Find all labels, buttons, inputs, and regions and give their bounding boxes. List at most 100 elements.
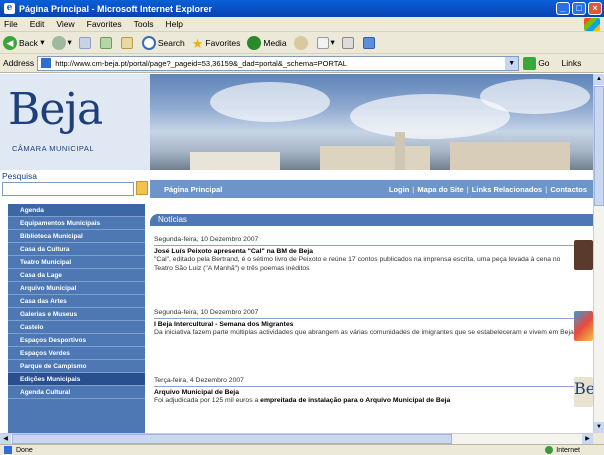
menu-favorites[interactable]: Favorites xyxy=(87,19,122,29)
menu-help[interactable]: Help xyxy=(165,19,182,29)
sidebar-item-castelo[interactable]: Castelo xyxy=(8,321,145,334)
news-body: Da iniciativa fazem parte múltiplas acti… xyxy=(154,329,574,336)
news-date: Segunda-feira, 10 Dezembro 2007 xyxy=(154,309,259,316)
news-headline[interactable]: José Luís Peixoto apresenta "Cal" na BM … xyxy=(154,248,574,255)
nav-home[interactable]: Página Principal xyxy=(164,185,222,194)
sidebar-item-desportivos[interactable]: Espaços Desportivos xyxy=(8,334,145,347)
back-arrow-icon: ◀ xyxy=(3,35,17,50)
menu-view[interactable]: View xyxy=(56,19,74,29)
sidebar-item-arquivo[interactable]: Arquivo Municipal xyxy=(8,282,145,295)
address-dropdown-icon[interactable]: ▼ xyxy=(505,56,519,70)
news-body-text: Foi adjudicada por 125 mil euros a xyxy=(154,397,261,404)
town-buildings xyxy=(190,152,280,170)
site-search-button[interactable] xyxy=(136,181,148,195)
separator: | xyxy=(545,184,548,194)
maximize-button[interactable]: □ xyxy=(572,2,586,15)
address-input[interactable]: http://www.cm-beja.pt/portal/page?_pagei… xyxy=(37,55,520,71)
sidebar-item-casa-artes[interactable]: Casa das Artes xyxy=(8,295,145,308)
nav-login[interactable]: Login xyxy=(389,185,409,194)
ie-icon: e xyxy=(4,3,15,14)
sidebar-item-agenda-cultural[interactable]: Agenda Cultural xyxy=(8,386,145,399)
back-button[interactable]: ◀ Back ▾ xyxy=(3,35,45,50)
news-thumbnail-image[interactable]: Be xyxy=(574,377,593,407)
sidebar-item-equipamentos[interactable]: Equipamentos Municipais xyxy=(8,217,145,230)
horizontal-scrollbar[interactable]: ◀ ▶ xyxy=(0,433,593,444)
scroll-right-icon[interactable]: ▶ xyxy=(582,434,593,444)
history-button[interactable] xyxy=(293,35,310,50)
refresh-icon xyxy=(99,36,112,49)
sidebar-item-teatro[interactable]: Teatro Municipal xyxy=(8,256,145,269)
sidebar-item-casa-cultura[interactable]: Casa da Cultura xyxy=(8,243,145,256)
sidebar-item-verdes[interactable]: Espaços Verdes xyxy=(8,347,145,360)
messenger-button[interactable] xyxy=(362,36,377,49)
media-button[interactable]: Media xyxy=(247,35,287,50)
scroll-left-icon[interactable]: ◀ xyxy=(0,434,11,444)
vertical-scrollbar[interactable]: ▲ ▼ xyxy=(593,74,604,433)
mail-icon xyxy=(316,36,329,49)
search-label: Search xyxy=(157,37,185,48)
sidebar-item-galerias[interactable]: Galerias e Museus xyxy=(8,308,145,321)
news-headline[interactable]: Arquivo Municipal de Beja xyxy=(154,389,574,396)
web-page: Beja CÂMARA MUNICIPAL Pesquisa Página Pr… xyxy=(0,74,593,433)
news-section-title: Notícias xyxy=(150,214,593,226)
menu-file[interactable]: File xyxy=(4,19,18,29)
go-arrow-icon xyxy=(523,56,537,70)
sidebar-item-edicoes[interactable]: Edições Municipais xyxy=(8,373,145,386)
dropdown-arrow-icon: ▾ xyxy=(67,37,72,47)
close-button[interactable]: × xyxy=(588,2,602,15)
top-navigation: Página Principal Login | Mapa do Site | … xyxy=(150,180,593,198)
town-buildings xyxy=(320,146,430,170)
site-search-input[interactable] xyxy=(2,182,134,196)
go-button[interactable]: Go xyxy=(523,56,550,70)
logo-subtitle: CÂMARA MUNICIPAL xyxy=(12,144,95,153)
home-icon xyxy=(120,36,133,49)
news-date: Terça-feira, 4 Dezembro 2007 xyxy=(154,377,244,384)
news-thumbnail-image[interactable] xyxy=(574,311,593,341)
news-body: "Cal", editado pela Bertrand, é o sétimo… xyxy=(154,256,561,272)
header-banner-image xyxy=(150,74,593,170)
stop-button[interactable] xyxy=(78,36,93,49)
sidebar-item-casa-lage[interactable]: Casa da Lage xyxy=(8,269,145,282)
home-button[interactable] xyxy=(120,36,135,49)
sidebar-item-biblioteca[interactable]: Biblioteca Municipal xyxy=(8,230,145,243)
scroll-thumb[interactable] xyxy=(594,86,604,206)
go-label: Go xyxy=(538,58,550,68)
forward-arrow-icon xyxy=(51,35,66,50)
separator: | xyxy=(412,184,415,194)
security-zone: Internet xyxy=(545,446,580,454)
scroll-thumb[interactable] xyxy=(12,434,452,444)
news-thumbnail-image[interactable] xyxy=(574,240,593,270)
address-url: http://www.cm-beja.pt/portal/page?_pagei… xyxy=(55,58,347,68)
top-links: Login | Mapa do Site | Links Relacionado… xyxy=(389,185,587,194)
nav-contacts[interactable]: Contactos xyxy=(550,185,587,194)
zone-label: Internet xyxy=(556,446,580,454)
scroll-down-icon[interactable]: ▼ xyxy=(594,422,604,433)
status-bar: Done Internet xyxy=(0,444,604,455)
menu-tools[interactable]: Tools xyxy=(134,19,154,29)
forward-button[interactable]: ▾ xyxy=(51,35,72,50)
dropdown-arrow-icon: ▾ xyxy=(37,37,45,47)
window-controls: _ □ × xyxy=(556,2,602,15)
tower xyxy=(395,132,405,170)
print-button[interactable] xyxy=(341,36,356,49)
sidebar-item-campismo[interactable]: Parque de Campismo xyxy=(8,360,145,373)
links-button[interactable]: Links xyxy=(562,58,582,68)
sidebar-item-agenda[interactable]: Agenda xyxy=(8,204,145,217)
nav-related-links[interactable]: Links Relacionados xyxy=(472,185,542,194)
minimize-button[interactable]: _ xyxy=(556,2,570,15)
favorites-button[interactable]: ★ Favorites xyxy=(192,36,241,51)
town-buildings xyxy=(450,142,570,170)
scroll-up-icon[interactable]: ▲ xyxy=(594,74,604,85)
mail-button[interactable]: ▾ xyxy=(316,36,335,49)
favorites-label: Favorites xyxy=(205,37,241,48)
status-text: Done xyxy=(16,446,33,454)
divider xyxy=(154,245,574,246)
menu-edit[interactable]: Edit xyxy=(30,19,45,29)
refresh-button[interactable] xyxy=(99,36,114,49)
news-body: Foi adjudicada por 125 mil euros a empre… xyxy=(154,397,574,406)
site-logo[interactable]: Beja xyxy=(8,84,103,135)
news-headline[interactable]: I Beja Intercultural - Semana dos Migran… xyxy=(154,321,574,328)
nav-sitemap[interactable]: Mapa do Site xyxy=(417,185,463,194)
menu-bar: File Edit View Favorites Tools Help xyxy=(0,17,604,32)
search-button[interactable]: Search xyxy=(141,35,185,50)
